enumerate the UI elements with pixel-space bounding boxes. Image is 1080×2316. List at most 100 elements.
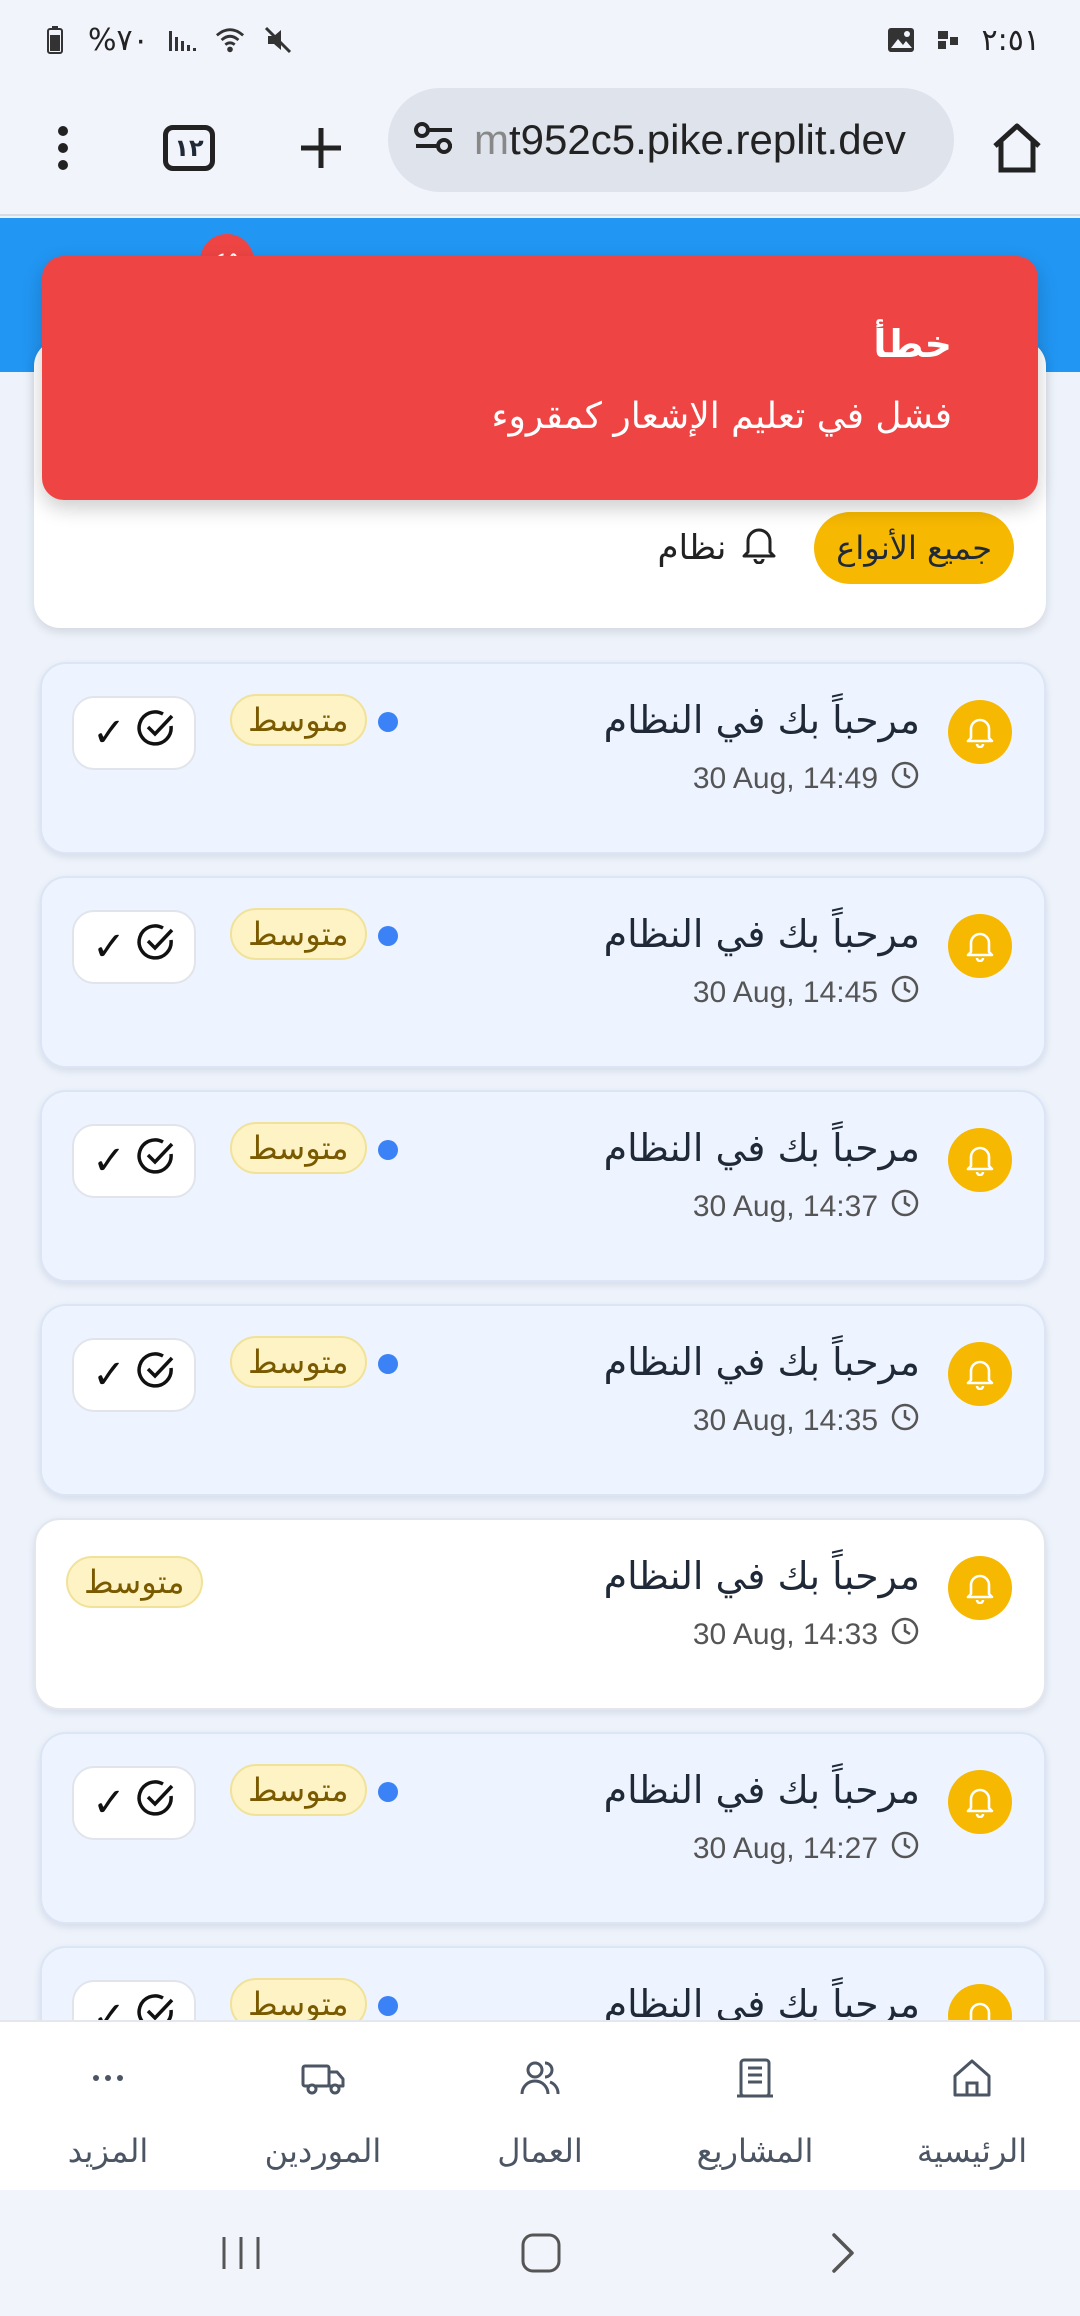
clock-icon — [890, 1402, 920, 1440]
nav-workers[interactable]: العمال — [480, 2022, 600, 2192]
notification-time: 30 Aug, 14:33 — [693, 1616, 920, 1654]
notification-title: مرحباً بك في النظام — [603, 912, 920, 956]
check-circle-icon — [136, 708, 176, 758]
notification-card[interactable]: مرحباً بك في النظام 30 Aug, 14:45 متوسط … — [40, 876, 1046, 1068]
more-dots-icon — [86, 2056, 130, 2104]
url-text: mt952c5.pike.replit.dev — [474, 116, 906, 164]
nav-projects[interactable]: المشاريع — [690, 2022, 820, 2192]
check-mark-text: ✓ — [92, 1780, 126, 1826]
notification-time-text: 30 Aug, 14:33 — [692, 1618, 878, 1651]
mute-icon — [263, 25, 293, 55]
nav-home-label: الرئيسية — [916, 2132, 1028, 2170]
users-icon — [518, 2056, 562, 2104]
check-circle-icon — [136, 1136, 176, 1186]
notification-time-text: 30 Aug, 14:35 — [692, 1404, 878, 1437]
bell-icon — [948, 700, 1012, 764]
nav-suppliers-label: الموردين — [264, 2132, 382, 2170]
nav-more-label: المزيد — [67, 2132, 149, 2170]
address-bar[interactable]: mt952c5.pike.replit.dev — [388, 88, 954, 192]
notification-time: 30 Aug, 14:45 — [693, 974, 920, 1012]
mark-read-button[interactable]: ✓ — [72, 1338, 196, 1412]
signal-icon — [167, 25, 197, 55]
mark-read-button[interactable]: ✓ — [72, 1766, 196, 1840]
unread-dot — [378, 1354, 398, 1374]
filter-system[interactable]: نظام — [658, 524, 779, 573]
nav-home[interactable]: الرئيسية — [900, 2022, 1044, 2192]
unread-dot — [378, 1140, 398, 1160]
battery-icon — [40, 25, 70, 55]
error-toast[interactable]: خطأ فشل في تعليم الإشعار كمقروء — [42, 256, 1038, 500]
bell-icon — [948, 1342, 1012, 1406]
tabs-button[interactable]: ١٢ — [154, 113, 224, 183]
notification-card[interactable]: مرحباً بك في النظام 30 Aug, 14:49 متوسط … — [40, 662, 1046, 854]
check-circle-icon — [136, 922, 176, 972]
clock-time: ٢:٥١ — [981, 22, 1040, 58]
truck-icon — [300, 2056, 346, 2104]
notification-dots-icon — [934, 25, 964, 55]
battery-percent: %٧٠ — [88, 22, 149, 58]
unread-dot — [378, 712, 398, 732]
notification-time: 30 Aug, 14:37 — [693, 1188, 920, 1226]
home-button-icon[interactable] — [508, 2220, 574, 2286]
filter-row: جميع الأنواع نظام — [658, 512, 1014, 584]
mark-read-button[interactable]: ✓ — [72, 910, 196, 984]
url-main: t952c5.pike.replit.dev — [509, 116, 906, 163]
bell-icon — [948, 914, 1012, 978]
bell-icon — [948, 1128, 1012, 1192]
back-chevron-icon[interactable] — [810, 2220, 876, 2286]
check-circle-icon — [136, 1778, 176, 1828]
check-mark-text: ✓ — [92, 924, 126, 970]
nav-projects-label: المشاريع — [696, 2132, 814, 2170]
unread-dot — [378, 1996, 398, 2016]
mark-read-button[interactable]: ✓ — [72, 1124, 196, 1198]
system-navigation-bar — [0, 2190, 1080, 2316]
bell-icon — [948, 1770, 1012, 1834]
notification-title: مرحباً بك في النظام — [603, 1554, 920, 1598]
notification-time: 30 Aug, 14:35 — [693, 1402, 920, 1440]
check-mark-text: ✓ — [92, 710, 126, 756]
status-right: ٢:٥١ — [886, 23, 1040, 58]
new-tab-plus-icon[interactable] — [286, 113, 356, 183]
clock-icon — [890, 1188, 920, 1226]
home-icon[interactable] — [982, 113, 1052, 183]
notification-time-text: 30 Aug, 14:27 — [692, 1832, 878, 1865]
menu-kebab-icon[interactable] — [28, 113, 98, 183]
notification-time-text: 30 Aug, 14:45 — [692, 976, 878, 1009]
recent-apps-icon[interactable] — [208, 2220, 274, 2286]
notification-card-read[interactable]: مرحباً بك في النظام 30 Aug, 14:33 متوسط — [34, 1518, 1046, 1710]
notification-title: مرحباً بك في النظام — [603, 698, 920, 742]
notification-title: مرحباً بك في النظام — [603, 1340, 920, 1384]
clock-icon — [890, 974, 920, 1012]
site-settings-icon[interactable] — [412, 118, 456, 162]
priority-badge: متوسط — [230, 908, 367, 960]
check-mark-text: ✓ — [92, 1138, 126, 1184]
priority-badge: متوسط — [230, 1764, 367, 1816]
notification-time: 30 Aug, 14:27 — [693, 1830, 920, 1868]
bell-outline-icon — [740, 524, 778, 573]
home-icon — [950, 2056, 994, 2104]
gallery-icon — [886, 25, 916, 55]
notification-card[interactable]: مرحباً بك في النظام 30 Aug, 14:37 متوسط … — [40, 1090, 1046, 1282]
check-circle-icon — [136, 1350, 176, 1400]
toast-message: فشل في تعليم الإشعار كمقروء — [491, 396, 952, 437]
nav-more[interactable]: المزيد — [56, 2022, 160, 2192]
mark-read-button[interactable]: ✓ — [72, 696, 196, 770]
notification-card[interactable]: مرحباً بك في النظام 30 Aug, 14:35 متوسط … — [40, 1304, 1046, 1496]
building-icon — [733, 2056, 777, 2104]
toast-title: خطأ — [873, 322, 952, 366]
priority-badge: متوسط — [230, 1122, 367, 1174]
unread-dot — [378, 1782, 398, 1802]
status-left: %٧٠ — [40, 23, 293, 58]
notification-card[interactable]: مرحباً بك في النظام 30 Aug, 14:27 متوسط … — [40, 1732, 1046, 1924]
nav-suppliers[interactable]: الموردين — [256, 2022, 390, 2192]
clock-icon — [890, 1616, 920, 1654]
notification-time: 30 Aug, 14:49 — [693, 760, 920, 798]
tab-count: ١٢ — [163, 125, 215, 171]
notification-time-text: 30 Aug, 14:37 — [692, 1190, 878, 1223]
filter-all-types[interactable]: جميع الأنواع — [814, 512, 1014, 584]
priority-badge: متوسط — [66, 1556, 203, 1608]
priority-badge: متوسط — [230, 694, 367, 746]
priority-badge: متوسط — [230, 1336, 367, 1388]
filter-system-label: نظام — [657, 528, 727, 568]
clock-icon — [890, 760, 920, 798]
